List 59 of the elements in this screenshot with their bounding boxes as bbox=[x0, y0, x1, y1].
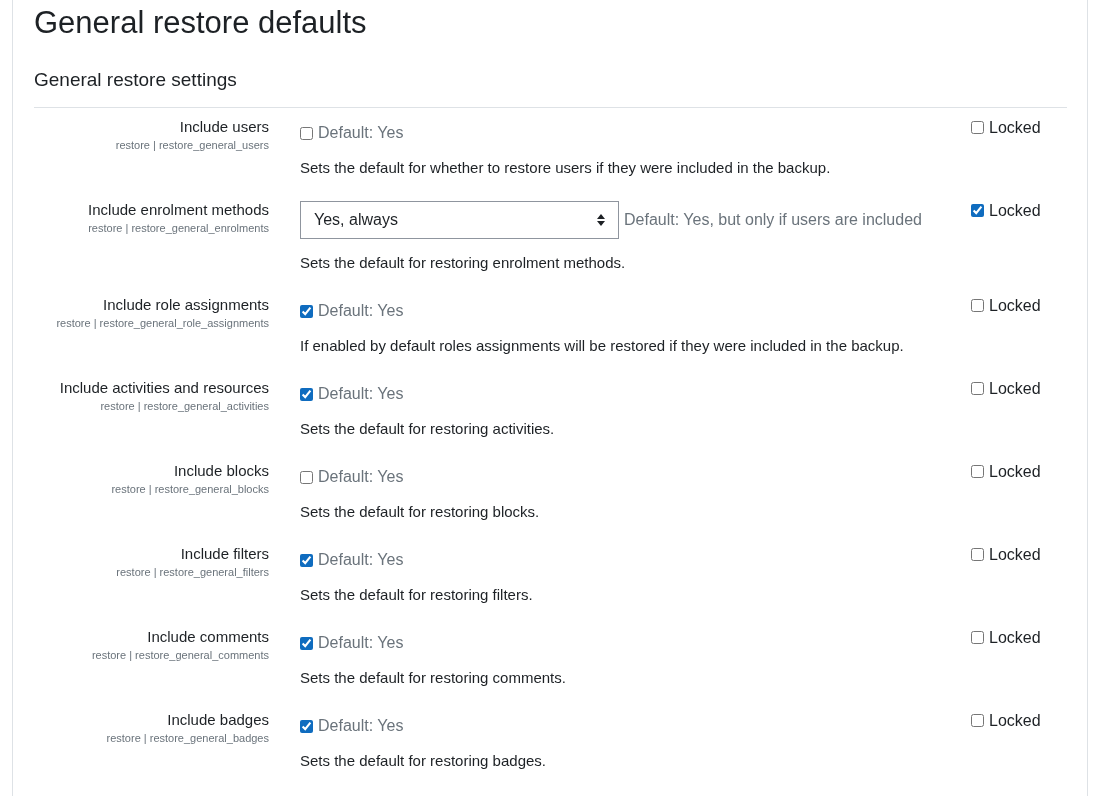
setting-key: restore | restore_general_users bbox=[115, 137, 269, 153]
setting-description: Sets the default for restoring filters. bbox=[300, 585, 533, 605]
default-value: Default: Yes bbox=[318, 467, 404, 487]
locked-checkbox[interactable] bbox=[971, 204, 984, 217]
setting-description: Sets the default for whether to restore users if they were included in the backup. bbox=[300, 158, 831, 178]
default-value: Default: Yes bbox=[318, 384, 404, 404]
locked-checkbox[interactable] bbox=[971, 714, 984, 727]
locked-label: Locked bbox=[989, 379, 1041, 398]
setting-key: restore | restore_general_enrolments bbox=[88, 220, 269, 236]
setting-label: Include role assignments bbox=[103, 295, 269, 315]
locked-label: Locked bbox=[989, 201, 1041, 220]
setting-key: restore | restore_general_blocks bbox=[111, 481, 269, 497]
setting-label: Include comments bbox=[147, 627, 269, 647]
setting-key: restore | restore_general_badges bbox=[106, 730, 269, 746]
locked-label: Locked bbox=[989, 628, 1041, 647]
locked-checkbox[interactable] bbox=[971, 121, 984, 134]
section-title: General restore settings bbox=[34, 68, 237, 92]
default-checkbox[interactable] bbox=[300, 126, 313, 140]
locked-checkbox[interactable] bbox=[971, 548, 984, 561]
locked-label: Locked bbox=[989, 545, 1041, 564]
locked-label: Locked bbox=[989, 462, 1041, 481]
setting-key: restore | restore_general_role_assignments bbox=[56, 315, 269, 331]
default-value: Default: Yes bbox=[318, 633, 404, 653]
setting-label: Include activities and resources bbox=[59, 378, 269, 398]
locked-checkbox[interactable] bbox=[971, 631, 984, 644]
default-value: Default: Yes bbox=[318, 123, 404, 143]
default-checkbox[interactable] bbox=[300, 636, 313, 650]
setting-description: Sets the default for restoring enrolment methods. bbox=[300, 253, 626, 273]
default-value: Default: Yes bbox=[318, 716, 404, 736]
default-checkbox[interactable] bbox=[300, 387, 313, 401]
setting-label: Include enrolment methods bbox=[88, 200, 269, 220]
locked-checkbox[interactable] bbox=[971, 299, 984, 312]
locked-label: Locked bbox=[989, 296, 1041, 315]
setting-label: Include blocks bbox=[173, 461, 269, 481]
setting-label: Include badges bbox=[167, 710, 269, 730]
default-checkbox[interactable] bbox=[300, 470, 313, 484]
default-checkbox[interactable] bbox=[300, 553, 313, 567]
default-value: Default: Yes bbox=[318, 301, 404, 321]
setting-description: Sets the default for restoring blocks. bbox=[300, 502, 540, 522]
setting-description: Sets the default for restoring badges. bbox=[300, 751, 546, 771]
setting-key: restore | restore_general_activities bbox=[100, 398, 269, 414]
setting-key: restore | restore_general_comments bbox=[91, 647, 269, 663]
setting-label: Include users bbox=[179, 117, 269, 137]
default-checkbox[interactable] bbox=[300, 304, 313, 318]
setting-key: restore | restore_general_filters bbox=[116, 564, 269, 580]
locked-checkbox[interactable] bbox=[971, 465, 984, 478]
page-title: General restore defaults bbox=[34, 4, 367, 42]
setting-description: Sets the default for restoring activities. bbox=[300, 419, 555, 439]
locked-checkbox[interactable] bbox=[971, 382, 984, 395]
select-field[interactable]: Yes, always bbox=[300, 201, 619, 239]
default-value: Default: Yes bbox=[318, 550, 404, 570]
locked-label: Locked bbox=[989, 711, 1041, 730]
default-checkbox[interactable] bbox=[300, 719, 313, 733]
setting-description: Sets the default for restoring comments. bbox=[300, 668, 566, 688]
locked-label: Locked bbox=[989, 118, 1041, 137]
setting-description: If enabled by default roles assignments will be restored if they were included in the backup. bbox=[300, 336, 904, 356]
setting-label: Include filters bbox=[180, 544, 269, 564]
sort-caret-icon bbox=[597, 214, 605, 226]
default-value: Default: Yes, but only if users are included bbox=[624, 210, 922, 230]
